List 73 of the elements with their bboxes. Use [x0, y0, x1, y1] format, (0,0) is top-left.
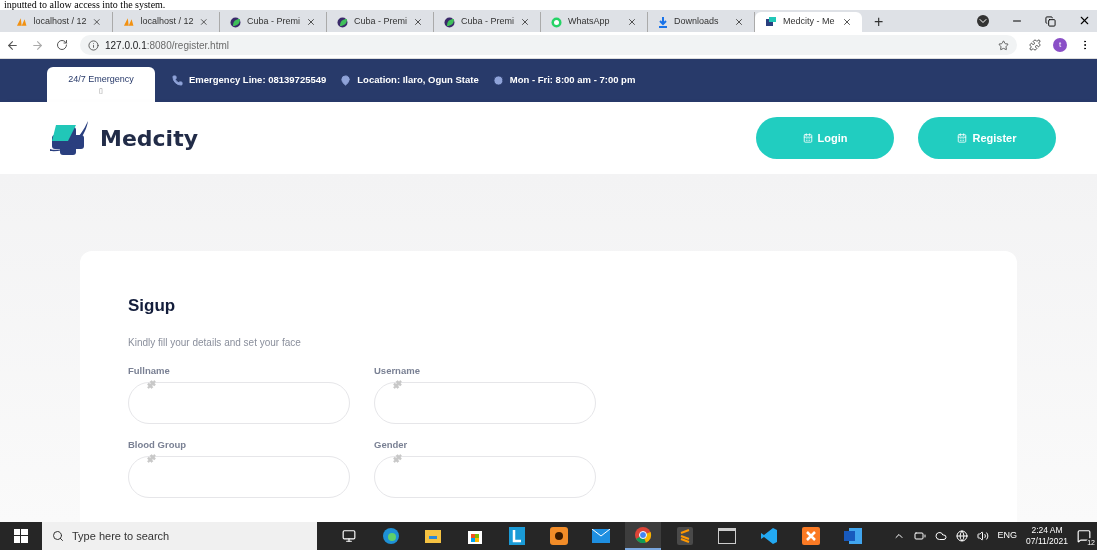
puzzle-icon — [147, 379, 156, 389]
location-pin-icon — [340, 75, 352, 86]
windows-start-icon[interactable] — [14, 529, 28, 543]
tab-title: WhatsApp — [568, 15, 611, 29]
puzzle-icon — [393, 454, 402, 463]
browser-tab[interactable]: Medcity - Me — [755, 12, 862, 32]
taskbar-app-icon[interactable] — [625, 522, 661, 550]
input-field[interactable] — [128, 456, 350, 498]
calendar-icon — [802, 133, 813, 143]
info-text: Mon - Fri: 8:00 am - 7:00 pm — [509, 73, 636, 88]
tab-title: localhost / 12 — [33, 15, 87, 29]
clock-icon — [492, 75, 504, 86]
info-text: Emergency Line: 08139725549 — [189, 73, 327, 88]
restore-icon[interactable] — [1045, 16, 1056, 27]
document-text: inputted to allow access into the system. — [4, 0, 166, 10]
taskbar-search-box[interactable]: Type here to search — [42, 522, 317, 550]
form-subtitle: Kindly fill your details and set your face — [128, 335, 302, 350]
chat-bubble-icon — [551, 16, 562, 28]
puzzle-icon — [147, 454, 156, 463]
form-title: Sigup — [128, 295, 177, 317]
new-tab-button[interactable]: + — [862, 12, 896, 32]
site-logo-text: Medcity — [100, 124, 198, 153]
info-text: Location: Ilaro, Ogun State — [357, 73, 479, 88]
tab-title: Cuba - Premi — [247, 15, 300, 29]
battery-icon[interactable] — [913, 530, 926, 542]
close-icon[interactable] — [520, 17, 530, 27]
search-icon — [52, 530, 64, 542]
tab-title: Cuba - Premi — [461, 15, 514, 29]
input-field[interactable] — [128, 381, 350, 424]
clock-time: 2:24 AM — [1031, 525, 1063, 536]
field-label: Blood Group — [128, 437, 188, 452]
leaf-icon — [230, 16, 241, 28]
cloud-icon[interactable] — [934, 530, 947, 542]
phone-icon — [172, 75, 183, 86]
field-label: Gender — [374, 437, 409, 452]
calendar-icon — [957, 133, 968, 143]
network-icon[interactable] — [955, 530, 968, 542]
download-icon — [658, 16, 668, 28]
field-label: Fullname — [128, 363, 171, 378]
tab-title: Cuba - Premi — [354, 15, 407, 29]
emergency-label: 24/7 Emergency — [68, 72, 134, 86]
clock-display[interactable]: 2:24 AM 07/11/2021 — [1026, 525, 1068, 547]
input-field[interactable] — [374, 456, 596, 498]
tab-title: localhost / 12 — [140, 15, 194, 29]
volume-icon[interactable] — [976, 530, 989, 542]
reload-icon[interactable] — [56, 39, 68, 51]
puzzle-icon — [393, 379, 402, 389]
sail-icon — [16, 17, 28, 27]
close-icon[interactable] — [842, 17, 852, 27]
leaf-icon — [337, 16, 348, 28]
tab-title: Downloads — [674, 15, 720, 29]
close-icon[interactable] — [1078, 14, 1091, 27]
bookmark-star-icon[interactable] — [998, 39, 1009, 51]
address-bar[interactable]: 127.0.0.1:8080/register.html — [80, 35, 1017, 55]
input-field[interactable] — [374, 381, 596, 424]
profile-avatar[interactable]: t — [1053, 38, 1067, 52]
tab-title: Medcity - Me — [783, 15, 836, 29]
cross-logo-icon — [765, 16, 777, 28]
close-icon[interactable] — [734, 17, 744, 27]
close-icon[interactable] — [413, 17, 423, 27]
info-icon — [88, 39, 99, 51]
back-icon[interactable] — [6, 38, 19, 52]
tab-search-icon[interactable] — [977, 15, 989, 27]
url-text: 127.0.0.1:8080/register.html — [105, 38, 230, 53]
close-icon[interactable] — [306, 17, 316, 27]
field-label: Username — [374, 363, 421, 378]
clock-date: 07/11/2021 — [1026, 536, 1068, 547]
language-indicator[interactable]: ENG — [997, 529, 1018, 543]
leaf-icon — [444, 16, 455, 28]
search-placeholder: Type here to search — [72, 528, 170, 544]
close-icon[interactable] — [627, 17, 637, 27]
sail-icon — [123, 17, 135, 27]
extensions-icon[interactable] — [1029, 39, 1041, 51]
